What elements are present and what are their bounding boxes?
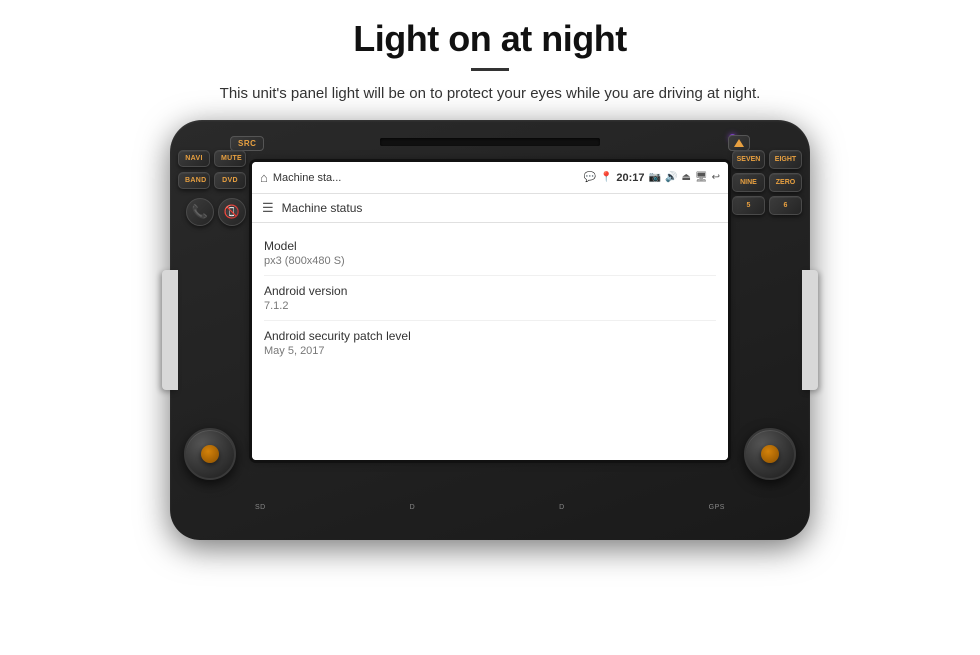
camera-icon: 📷 — [649, 172, 661, 183]
d-label-1: D — [410, 504, 416, 511]
left-button-panel: NAVI MUTE BAND DVD 📞 📵 — [178, 150, 246, 226]
band-button[interactable]: BAND — [178, 172, 210, 189]
info-list: Model px3 (800x480 S) Android version 7.… — [252, 223, 728, 373]
toolbar-title: Machine status — [282, 201, 363, 215]
zero-button[interactable]: ZERO — [769, 173, 802, 192]
android-version-label: Android version — [264, 284, 716, 298]
security-patch-value: May 5, 2017 — [264, 345, 716, 357]
right-button-panel: SEVEN EIGHT NINE ZERO 5 6 — [732, 150, 802, 215]
screen: ⌂ Machine sta... 💬 📍 20:17 📷 🔊 ⏏ 🖥 ↩ — [252, 162, 728, 460]
home-icon[interactable]: ⌂ — [260, 170, 268, 185]
title-divider — [471, 68, 509, 71]
unit-top-bar: SRC — [230, 132, 750, 154]
android-version-value: 7.1.2 — [264, 300, 716, 312]
eject-icon: ⏏ — [681, 172, 690, 183]
six-button[interactable]: 6 — [769, 196, 802, 215]
d-label-2: D — [559, 504, 565, 511]
model-value: px3 (800x480 S) — [264, 255, 716, 267]
bracket-right — [802, 270, 818, 390]
nine-button[interactable]: NINE — [732, 173, 765, 192]
location-icon: 📍 — [600, 172, 612, 183]
page-subtitle: This unit's panel light will be on to pr… — [220, 85, 761, 102]
status-icons: 💬 📍 20:17 📷 🔊 ⏏ 🖥 ↩ — [584, 172, 721, 184]
app-toolbar: ☰ Machine status — [252, 194, 728, 223]
bracket-left — [162, 270, 178, 390]
mute-button[interactable]: MUTE — [214, 150, 246, 167]
warning-button[interactable] — [728, 135, 750, 151]
answer-call-button[interactable]: 📞 — [186, 198, 214, 226]
volume-knob[interactable] — [184, 428, 236, 480]
security-patch-label: Android security patch level — [264, 329, 716, 343]
volume-icon: 🔊 — [665, 172, 677, 183]
menu-icon[interactable]: ☰ — [262, 200, 274, 216]
head-unit-wrapper: SRC NAVI MUTE BAND DVD 📞 — [170, 120, 810, 550]
page-title: Light on at night — [353, 18, 626, 60]
five-button[interactable]: 5 — [732, 196, 765, 215]
screen-icon: 🖥 — [695, 172, 708, 183]
status-app-name: Machine sta... — [273, 172, 579, 184]
phone-end-icon: 📵 — [224, 204, 240, 220]
android-version-item: Android version 7.1.2 — [264, 276, 716, 321]
tuner-knob[interactable] — [744, 428, 796, 480]
model-info-item: Model px3 (800x480 S) — [264, 231, 716, 276]
app-content: ☰ Machine status Model px3 (800x480 S) A… — [252, 194, 728, 460]
sd-label: SD — [255, 504, 266, 511]
unit-bottom-bar: SD D D GPS — [255, 492, 725, 522]
back-icon[interactable]: ↩ — [712, 172, 720, 183]
android-status-bar: ⌂ Machine sta... 💬 📍 20:17 📷 🔊 ⏏ 🖥 ↩ — [252, 162, 728, 194]
page-container: Light on at night This unit's panel ligh… — [0, 0, 980, 655]
end-call-button[interactable]: 📵 — [218, 198, 246, 226]
gps-label: GPS — [709, 504, 725, 511]
eight-button[interactable]: EIGHT — [769, 150, 802, 169]
seven-button[interactable]: SEVEN — [732, 150, 765, 169]
phone-answer-icon: 📞 — [192, 204, 208, 220]
warning-triangle-icon — [734, 139, 744, 147]
model-label: Model — [264, 239, 716, 253]
message-icon: 💬 — [584, 172, 596, 183]
status-time: 20:17 — [616, 172, 644, 184]
tuner-knob-center — [761, 445, 779, 463]
security-patch-item: Android security patch level May 5, 2017 — [264, 321, 716, 365]
head-unit: SRC NAVI MUTE BAND DVD 📞 — [170, 120, 810, 540]
src-button[interactable]: SRC — [230, 136, 264, 151]
knob-center — [201, 445, 219, 463]
navi-button[interactable]: NAVI — [178, 150, 210, 167]
dvd-button[interactable]: DVD — [214, 172, 246, 189]
